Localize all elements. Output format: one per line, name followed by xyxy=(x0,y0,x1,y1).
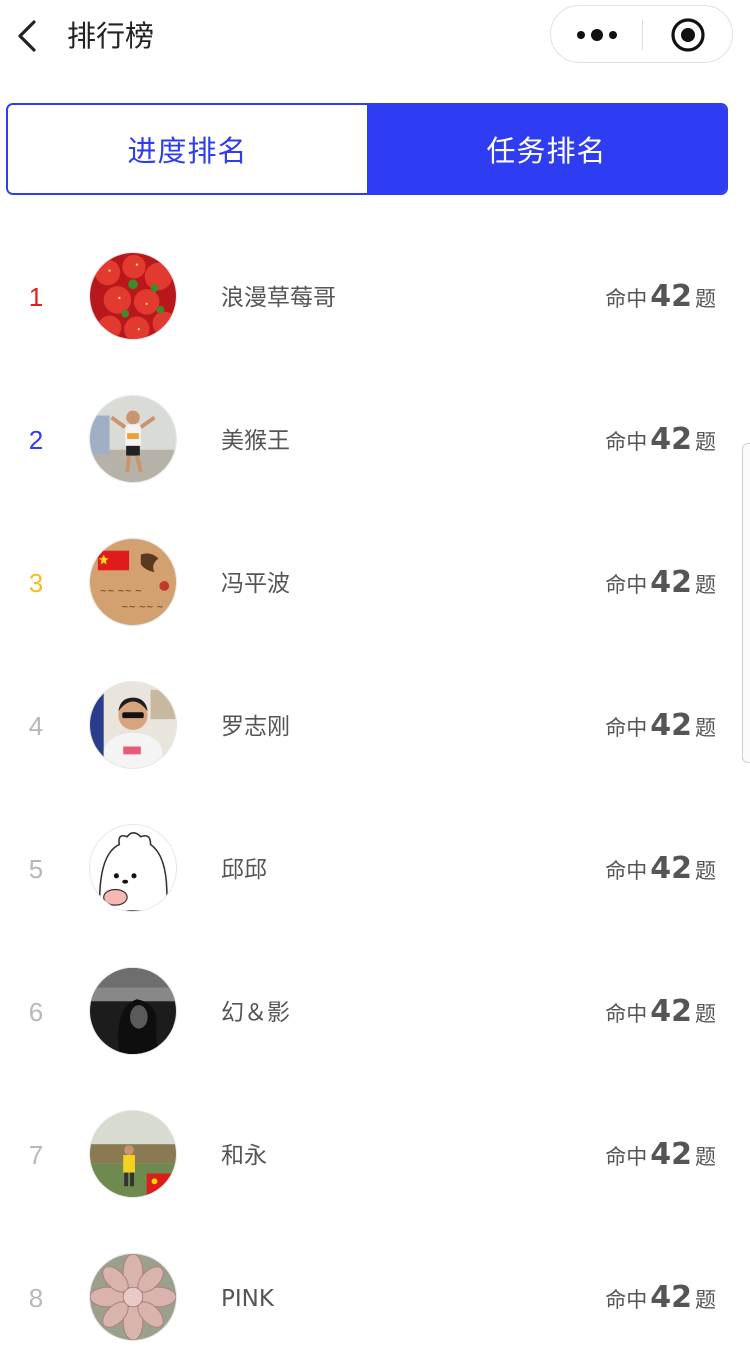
user-name: 冯平波 xyxy=(221,571,290,597)
user-name: 罗志刚 xyxy=(221,714,290,740)
rank-number: 3 xyxy=(28,568,44,598)
leaderboard-list: 1 浪漫草莓哥 命中 42 题 2 美猴王 命中 42 题 3 ~~ ~~ ~ … xyxy=(0,225,750,1369)
score-prefix: 命中 xyxy=(605,430,648,454)
score-prefix: 命中 xyxy=(605,573,648,597)
rank-number: 2 xyxy=(28,425,44,455)
score-count: 42 xyxy=(650,279,692,314)
score-prefix: 命中 xyxy=(605,716,648,740)
score-count: 42 xyxy=(650,565,692,600)
score-suffix: 题 xyxy=(695,1145,716,1169)
svg-text:~~ ~~ ~: ~~ ~~ ~ xyxy=(121,602,163,612)
score-count: 42 xyxy=(650,1137,692,1172)
score-prefix: 命中 xyxy=(605,859,648,883)
score-text: 命中 42 题 xyxy=(605,1278,716,1322)
user-name: 邱邱 xyxy=(221,857,267,883)
score-suffix: 题 xyxy=(695,573,716,597)
score-text: 命中 42 题 xyxy=(605,992,716,1036)
score-text: 命中 42 题 xyxy=(605,277,716,321)
cartoon-bear-avatar xyxy=(90,825,176,911)
avatar[interactable] xyxy=(89,1110,177,1198)
user-name: 美猴王 xyxy=(221,428,290,454)
score-text: 命中 42 题 xyxy=(605,849,716,893)
avatar[interactable] xyxy=(89,395,177,483)
list-item[interactable]: 2 美猴王 命中 42 题 xyxy=(0,368,750,511)
outdoor-person-avatar xyxy=(90,1111,176,1197)
avatar[interactable] xyxy=(89,967,177,1055)
svg-text:~~ ~~ ~: ~~ ~~ ~ xyxy=(100,587,142,597)
more-dots-icon[interactable] xyxy=(573,24,621,46)
score-count: 42 xyxy=(650,1280,692,1315)
score-prefix: 命中 xyxy=(605,1002,648,1026)
rank-number: 1 xyxy=(28,282,44,312)
page-title: 排行榜 xyxy=(67,19,155,53)
capsule-divider xyxy=(642,20,643,50)
navigation-bar: 排行榜 xyxy=(0,0,750,72)
target-icon[interactable] xyxy=(670,17,706,53)
score-prefix: 命中 xyxy=(605,287,648,311)
score-prefix: 命中 xyxy=(605,1145,648,1169)
score-count: 42 xyxy=(650,994,692,1029)
user-name: 幻＆影 xyxy=(221,1000,290,1026)
avatar[interactable]: ~~ ~~ ~ ~~ ~~ ~ xyxy=(89,538,177,626)
score-count: 42 xyxy=(650,851,692,886)
user-name: 浪漫草莓哥 xyxy=(221,285,336,311)
score-text: 命中 42 题 xyxy=(605,706,716,750)
score-prefix: 命中 xyxy=(605,1288,648,1312)
chevron-left-icon[interactable] xyxy=(12,18,42,54)
avatar[interactable] xyxy=(89,681,177,769)
score-suffix: 题 xyxy=(695,287,716,311)
score-text: 命中 42 题 xyxy=(605,563,716,607)
list-item[interactable]: 1 浪漫草莓哥 命中 42 题 xyxy=(0,225,750,368)
score-suffix: 题 xyxy=(695,716,716,740)
list-item[interactable]: 8 PINK 命中 42 题 xyxy=(0,1226,750,1369)
user-name: 和永 xyxy=(221,1143,267,1169)
tab-progress-ranking[interactable]: 进度排名 xyxy=(8,105,367,193)
user-name: PINK xyxy=(221,1286,274,1312)
list-item[interactable]: 5 邱邱 命中 42 题 xyxy=(0,797,750,940)
man-sunglasses-avatar xyxy=(90,682,176,768)
score-suffix: 题 xyxy=(695,1002,716,1026)
list-item[interactable]: 3 ~~ ~~ ~ ~~ ~~ ~ 冯平波 命中 42 题 xyxy=(0,511,750,654)
score-count: 42 xyxy=(650,708,692,743)
silhouette-avatar xyxy=(90,968,176,1054)
list-item[interactable]: 7 和永 命中 42 题 xyxy=(0,1083,750,1226)
wood-plaque-avatar: ~~ ~~ ~ ~~ ~~ ~ xyxy=(90,539,176,625)
avatar[interactable] xyxy=(89,824,177,912)
scrollbar[interactable] xyxy=(742,443,750,763)
list-item[interactable]: 6 幻＆影 命中 42 题 xyxy=(0,940,750,1083)
ranking-tabs: 进度排名 任务排名 xyxy=(6,103,728,195)
rank-number: 8 xyxy=(28,1283,44,1313)
score-suffix: 题 xyxy=(695,1288,716,1312)
strawberry-avatar xyxy=(90,253,176,339)
score-count: 42 xyxy=(650,422,692,457)
score-suffix: 题 xyxy=(695,859,716,883)
rank-number: 5 xyxy=(28,854,44,884)
succulent-avatar xyxy=(90,1254,176,1340)
tab-task-ranking[interactable]: 任务排名 xyxy=(367,105,726,193)
rank-number: 7 xyxy=(28,1140,44,1170)
score-text: 命中 42 题 xyxy=(605,1135,716,1179)
score-suffix: 题 xyxy=(695,430,716,454)
avatar[interactable] xyxy=(89,1253,177,1341)
rank-number: 6 xyxy=(28,997,44,1027)
list-item[interactable]: 4 罗志刚 命中 42 题 xyxy=(0,654,750,797)
avatar[interactable] xyxy=(89,252,177,340)
runner-avatar xyxy=(90,396,176,482)
mini-program-capsule xyxy=(550,5,733,63)
rank-number: 4 xyxy=(28,711,44,741)
score-text: 命中 42 题 xyxy=(605,420,716,464)
